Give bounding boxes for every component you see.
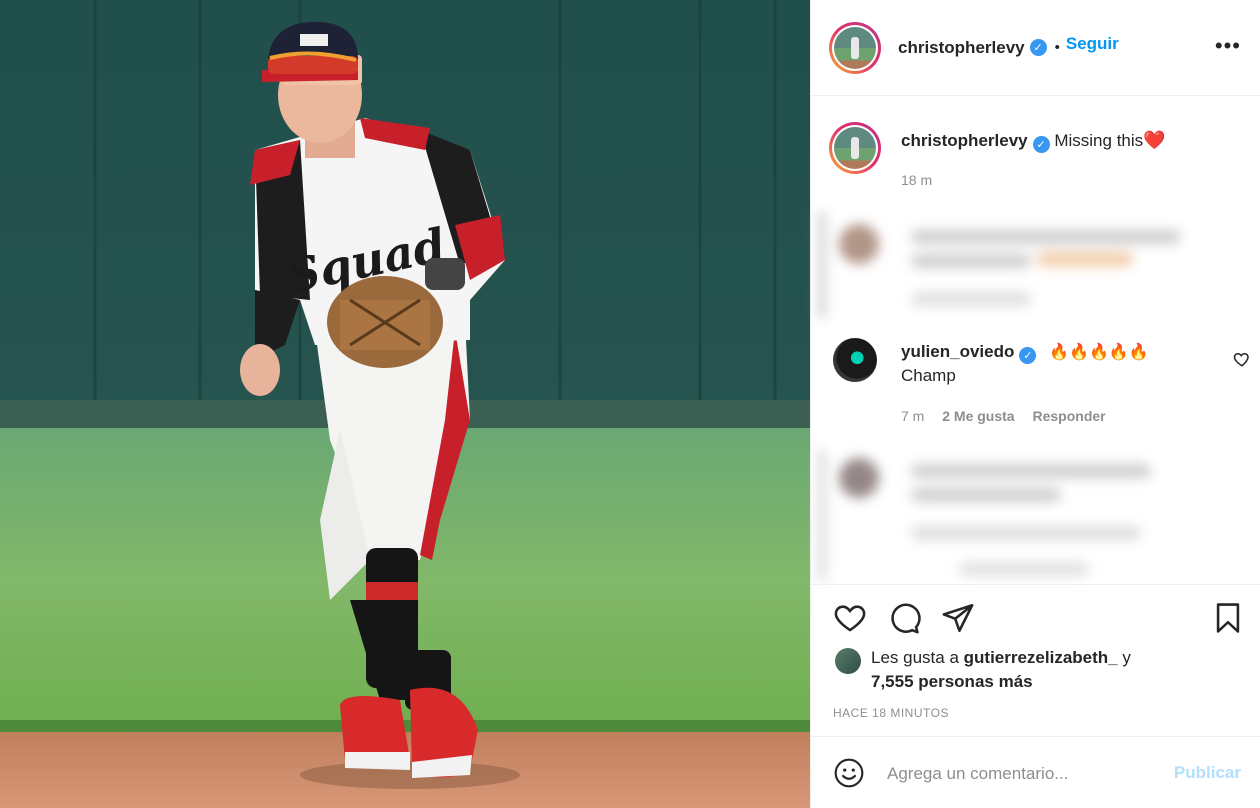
liker-username[interactable]: gutierrezelizabeth_	[964, 648, 1118, 667]
reply-button[interactable]: Responder	[1032, 408, 1105, 424]
actions-divider	[811, 584, 1260, 585]
header-username[interactable]: christopherlevy	[898, 38, 1025, 58]
caption-time[interactable]: 18 m	[901, 172, 932, 188]
like-heart-icon[interactable]	[833, 601, 867, 635]
follow-button[interactable]: Seguir	[1066, 34, 1119, 54]
comment-username[interactable]: yulien_oviedo	[901, 342, 1014, 361]
verified-badge-icon: ✓	[1032, 136, 1050, 153]
likes-conjunction: y	[1122, 648, 1131, 667]
share-paper-plane-icon[interactable]	[941, 601, 975, 635]
comment-avatar[interactable]	[833, 338, 877, 382]
comment-like-heart-icon[interactable]	[1233, 350, 1251, 368]
fire-emojis: 🔥🔥🔥🔥🔥	[1049, 344, 1149, 361]
blurred-comment	[819, 212, 1259, 318]
post-header: christopherlevy ✓ • Seguir •••	[811, 0, 1260, 96]
comment-time[interactable]: 7 m	[901, 408, 924, 424]
likes-others[interactable]: 7,555 personas más	[871, 672, 1033, 692]
avatar-image	[834, 26, 876, 69]
more-options-icon[interactable]: •••	[1215, 35, 1241, 57]
verified-badge-icon: ✓	[1019, 347, 1037, 364]
add-comment-bar: Publicar	[811, 736, 1260, 808]
comment-text: Champ	[901, 366, 956, 385]
separator-dot: •	[1054, 39, 1060, 56]
blurred-comment	[819, 450, 1259, 580]
comment-input[interactable]	[887, 759, 1157, 789]
baseball-player-photo: Squad	[0, 0, 810, 808]
avatar-image	[834, 127, 876, 169]
post-timestamp[interactable]: HACE 18 MINUTOS	[833, 706, 949, 720]
post-detail-panel: christopherlevy ✓ • Seguir ••• christoph…	[810, 0, 1260, 808]
comment-header: yulien_oviedo ✓ 🔥🔥🔥🔥🔥	[901, 342, 1149, 364]
post-photo[interactable]: Squad	[0, 0, 810, 808]
comment-likes[interactable]: 2 Me gusta	[942, 408, 1014, 424]
caption-avatar[interactable]	[829, 122, 881, 174]
emoji-smiley-icon[interactable]	[833, 757, 865, 789]
comment-meta: 7 m 2 Me gusta Responder	[901, 408, 1120, 424]
comment-bubble-icon[interactable]	[887, 601, 921, 635]
caption-text-line: christopherlevy ✓ Missing this❤️	[901, 130, 1166, 153]
avatar[interactable]	[829, 21, 881, 74]
caption-text: Missing this	[1054, 131, 1144, 150]
likes-line: Les gusta a gutierrezelizabeth_ y	[871, 648, 1131, 668]
publish-button[interactable]: Publicar	[1174, 763, 1241, 783]
save-bookmark-icon[interactable]	[1211, 601, 1245, 635]
liker-avatar[interactable]	[835, 648, 861, 674]
red-heart-emoji: ❤️	[1143, 130, 1166, 150]
likes-prefix: Les gusta a	[871, 648, 959, 667]
verified-badge-icon: ✓	[1029, 39, 1047, 56]
caption-username[interactable]: christopherlevy	[901, 131, 1028, 150]
